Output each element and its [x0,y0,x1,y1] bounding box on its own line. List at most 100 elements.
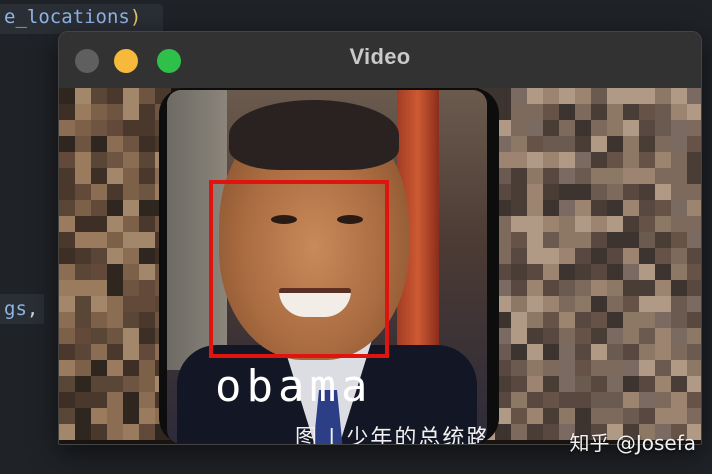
mosaic-tile [575,200,591,216]
mosaic-tile [107,184,123,200]
mosaic-tile [591,408,607,424]
mosaic-tile [655,200,671,216]
mosaic-tile [607,184,623,200]
mosaic-tile [623,88,639,104]
mosaic-tile [139,104,155,120]
mosaic-tile [107,360,123,376]
mosaic-tile [623,120,639,136]
window-titlebar[interactable]: Video [59,32,701,89]
video-window[interactable]: Video 图 | 少年的总统路 obama [58,31,702,445]
mosaic-tile [91,264,107,280]
code-line-locations[interactable]: e_locations) [0,4,164,34]
mosaic-tile [511,328,527,344]
mosaic-tile [607,200,623,216]
mosaic-tile [607,328,623,344]
mosaic-tile [139,296,155,312]
mosaic-tile [527,104,543,120]
mosaic-tile [139,136,155,152]
mosaic-tile [655,168,671,184]
mosaic-tile [607,168,623,184]
mosaic-tile [107,200,123,216]
mosaic-tile [107,136,123,152]
code-line-args[interactable]: gs, [0,294,45,324]
mosaic-tile [107,232,123,248]
mosaic-tile [527,88,543,104]
mosaic-tile [559,168,575,184]
mosaic-tile [687,376,701,392]
mosaic-tile [107,392,123,408]
mosaic-tile [655,248,671,264]
mosaic-tile [559,312,575,328]
mosaic-tile [511,232,527,248]
mosaic-tile [543,120,559,136]
mosaic-tile [75,232,91,248]
mosaic-tile [59,232,75,248]
mosaic-tile [607,408,623,424]
mosaic-tile [511,376,527,392]
mosaic-tile [559,264,575,280]
mosaic-tile [107,120,123,136]
mosaic-tile [59,136,75,152]
mosaic-tile [543,296,559,312]
mosaic-tile [123,280,139,296]
mosaic-tile [123,328,139,344]
mosaic-tile [655,264,671,280]
mosaic-tile [671,248,687,264]
mosaic-tile [559,408,575,424]
mosaic-tile [511,136,527,152]
image-caption: 图 | 少年的总统路 [295,426,487,444]
mosaic-tile [687,264,701,280]
mosaic-tile [671,136,687,152]
mosaic-tile [639,200,655,216]
mosaic-tile [575,280,591,296]
mosaic-tile [511,360,527,376]
mosaic-tile [107,216,123,232]
mosaic-tile [591,152,607,168]
mosaic-tile [511,184,527,200]
mosaic-tile [59,152,75,168]
mosaic-tile [639,248,655,264]
mosaic-tile [623,408,639,424]
mosaic-tile [639,344,655,360]
mosaic-tile [91,104,107,120]
mosaic-tile [591,200,607,216]
mosaic-tile [527,424,543,440]
mosaic-tile [671,360,687,376]
mosaic-tile [591,248,607,264]
mosaic-tile [687,392,701,408]
mosaic-tile [59,200,75,216]
mosaic-tile [91,424,107,440]
mosaic-tile [591,184,607,200]
mosaic-tile [91,312,107,328]
mosaic-tile [623,296,639,312]
mosaic-tile [123,216,139,232]
mosaic-tile [671,232,687,248]
mosaic-tile [527,376,543,392]
mosaic-tile [559,328,575,344]
mosaic-tile [687,136,701,152]
mosaic-tile [107,408,123,424]
mosaic-tile [591,136,607,152]
mosaic-tile [91,216,107,232]
mosaic-tile [75,296,91,312]
mosaic-tile [59,408,75,424]
mosaic-tile [671,376,687,392]
mosaic-tile [511,424,527,440]
mosaic-tile [559,344,575,360]
mosaic-tile [687,408,701,424]
mosaic-tile [671,88,687,104]
mosaic-tile [655,408,671,424]
mosaic-tile [687,296,701,312]
mosaic-tile [527,360,543,376]
mosaic-tile [543,408,559,424]
mosaic-tile [591,120,607,136]
mosaic-tile [59,328,75,344]
mosaic-tile [623,344,639,360]
mosaic-tile [139,344,155,360]
mosaic-tile [559,88,575,104]
mosaic-tile [107,424,123,440]
mosaic-tile [495,88,511,104]
mosaic-tile [623,264,639,280]
mosaic-tile [527,120,543,136]
mosaic-tile [607,360,623,376]
